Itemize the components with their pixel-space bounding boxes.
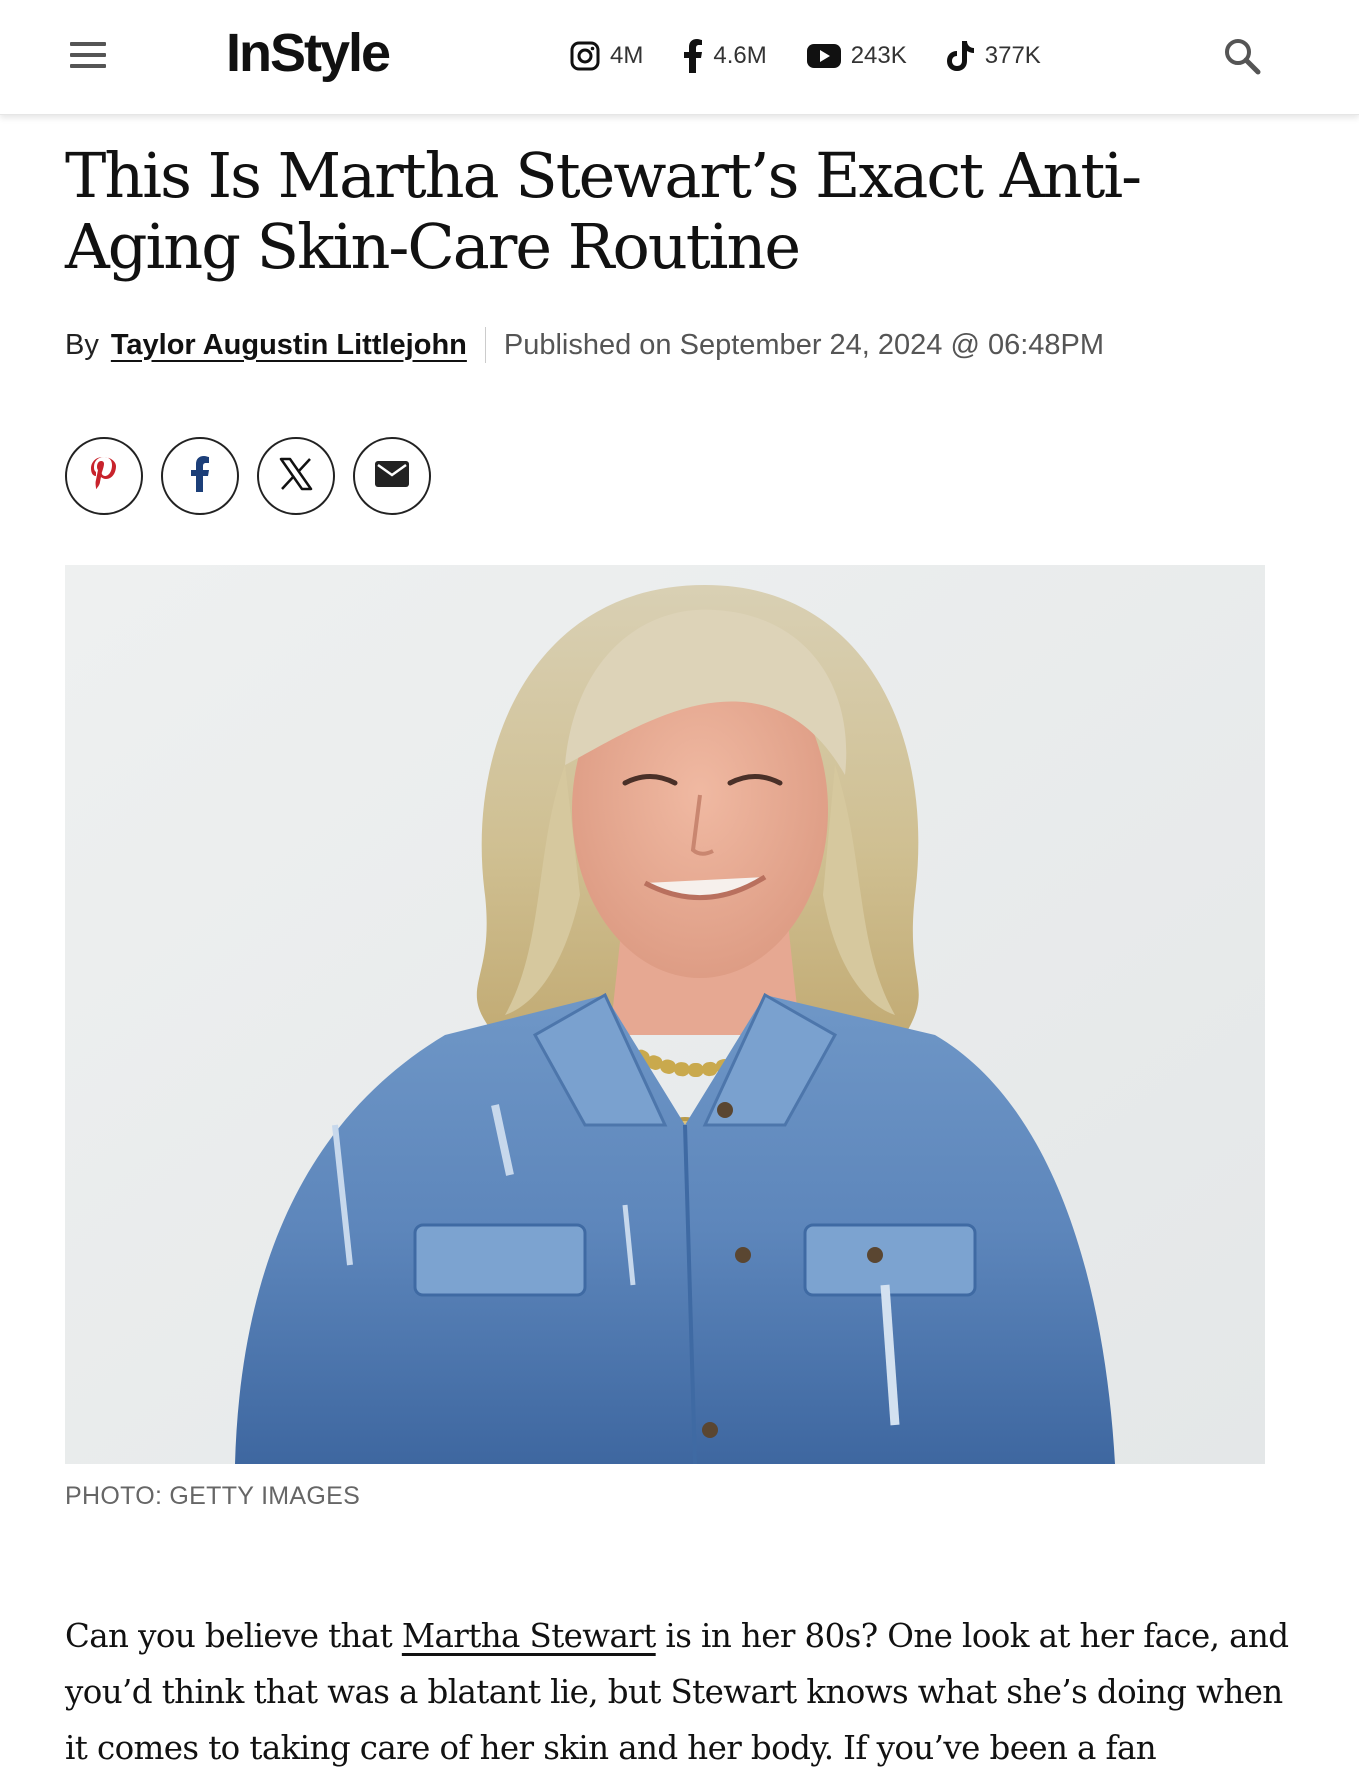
share-facebook-button[interactable] (161, 437, 239, 515)
social-link-youtube[interactable]: 243K (806, 42, 907, 70)
publish-date: Published on September 24, 2024 @ 06:48P… (503, 328, 1105, 361)
x-icon (279, 457, 313, 496)
social-link-facebook[interactable]: 4.6M (683, 39, 767, 73)
social-link-instagram[interactable]: 4M (570, 41, 643, 71)
search-icon[interactable] (1222, 36, 1262, 76)
tiktok-icon (946, 40, 975, 72)
byline-prefix: By (65, 328, 99, 361)
facebook-follower-count: 4.6M (713, 42, 767, 69)
author-link[interactable]: Taylor Augustin Littlejohn (111, 329, 467, 362)
site-logo[interactable]: InStyle (226, 18, 391, 88)
youtube-follower-count: 243K (850, 42, 907, 69)
share-buttons (65, 437, 449, 515)
email-icon (375, 460, 409, 492)
youtube-icon (806, 44, 841, 68)
martha-stewart-link[interactable]: Martha Stewart (402, 1617, 656, 1655)
facebook-icon (190, 455, 210, 497)
hero-image-caption: PHOTO: GETTY IMAGES (65, 1482, 361, 1510)
site-header: InStyle 4M 4.6M 243K 377K (0, 0, 1359, 115)
share-x-button[interactable] (257, 437, 335, 515)
intro-text-before-link: Can you believe that (65, 1617, 402, 1655)
article-intro-paragraph: Can you believe that Martha Stewart is i… (65, 1608, 1295, 1776)
byline: By Taylor Augustin Littlejohn Published … (65, 327, 1104, 363)
article-title: This Is Martha Stewart’s Exact Anti-Agin… (65, 139, 1142, 283)
instagram-follower-count: 4M (610, 42, 644, 69)
social-follower-counts: 4M 4.6M 243K 377K (570, 34, 1081, 78)
share-email-button[interactable] (353, 437, 431, 515)
hero-image (65, 565, 1265, 1464)
tiktok-follower-count: 377K (984, 42, 1041, 69)
hamburger-menu-icon[interactable] (68, 36, 112, 76)
instagram-icon (570, 41, 600, 71)
share-pinterest-button[interactable] (65, 437, 143, 515)
byline-divider (484, 327, 486, 363)
pinterest-icon (89, 455, 119, 498)
facebook-icon (683, 39, 703, 73)
social-link-tiktok[interactable]: 377K (946, 40, 1041, 72)
